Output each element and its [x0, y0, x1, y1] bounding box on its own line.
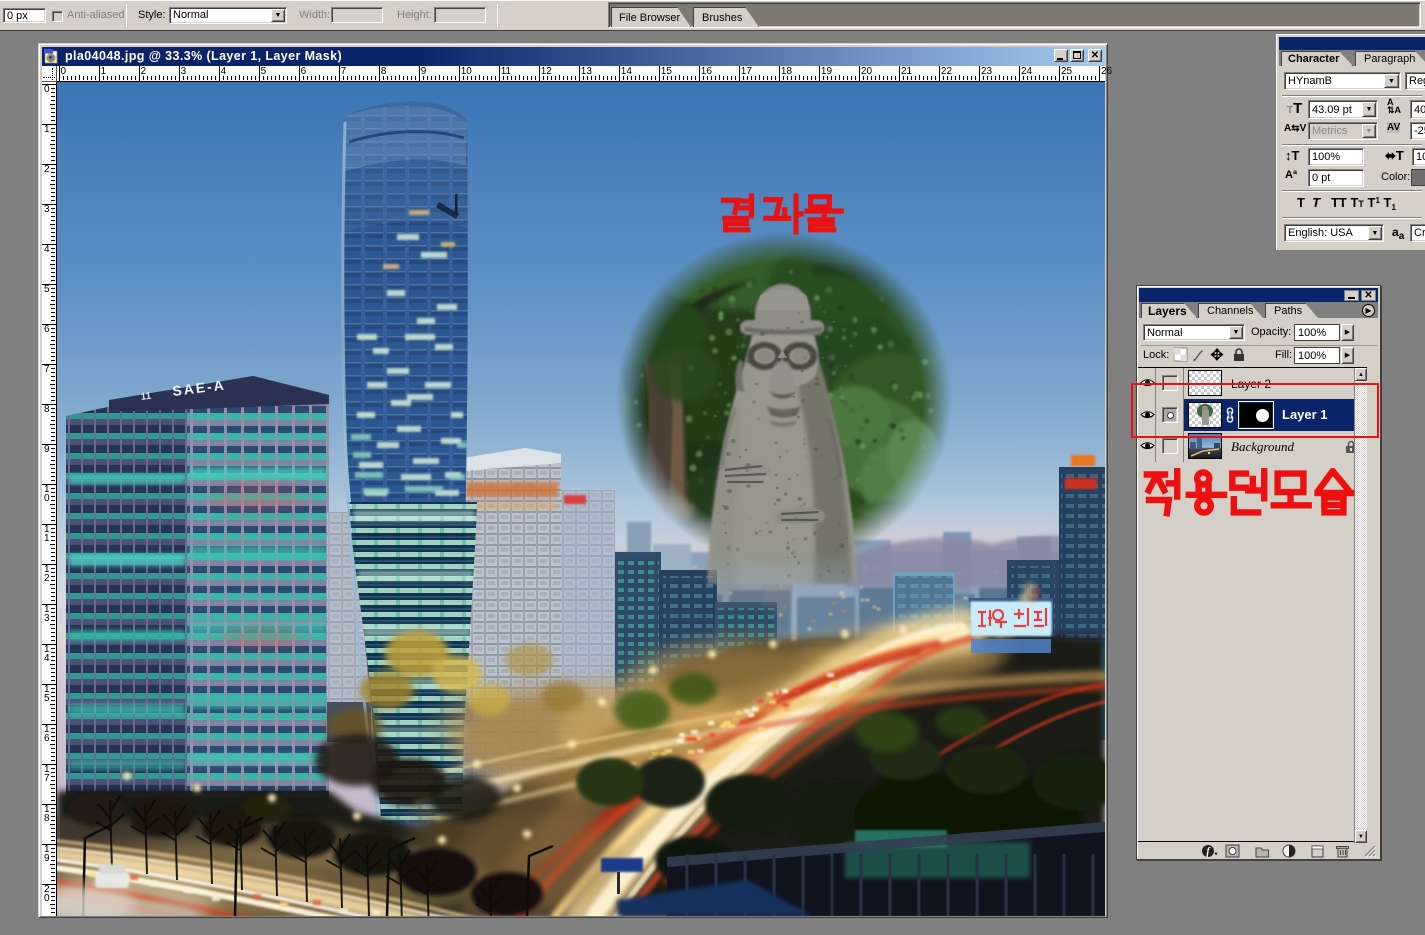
svg-text:11: 11: [140, 391, 152, 403]
